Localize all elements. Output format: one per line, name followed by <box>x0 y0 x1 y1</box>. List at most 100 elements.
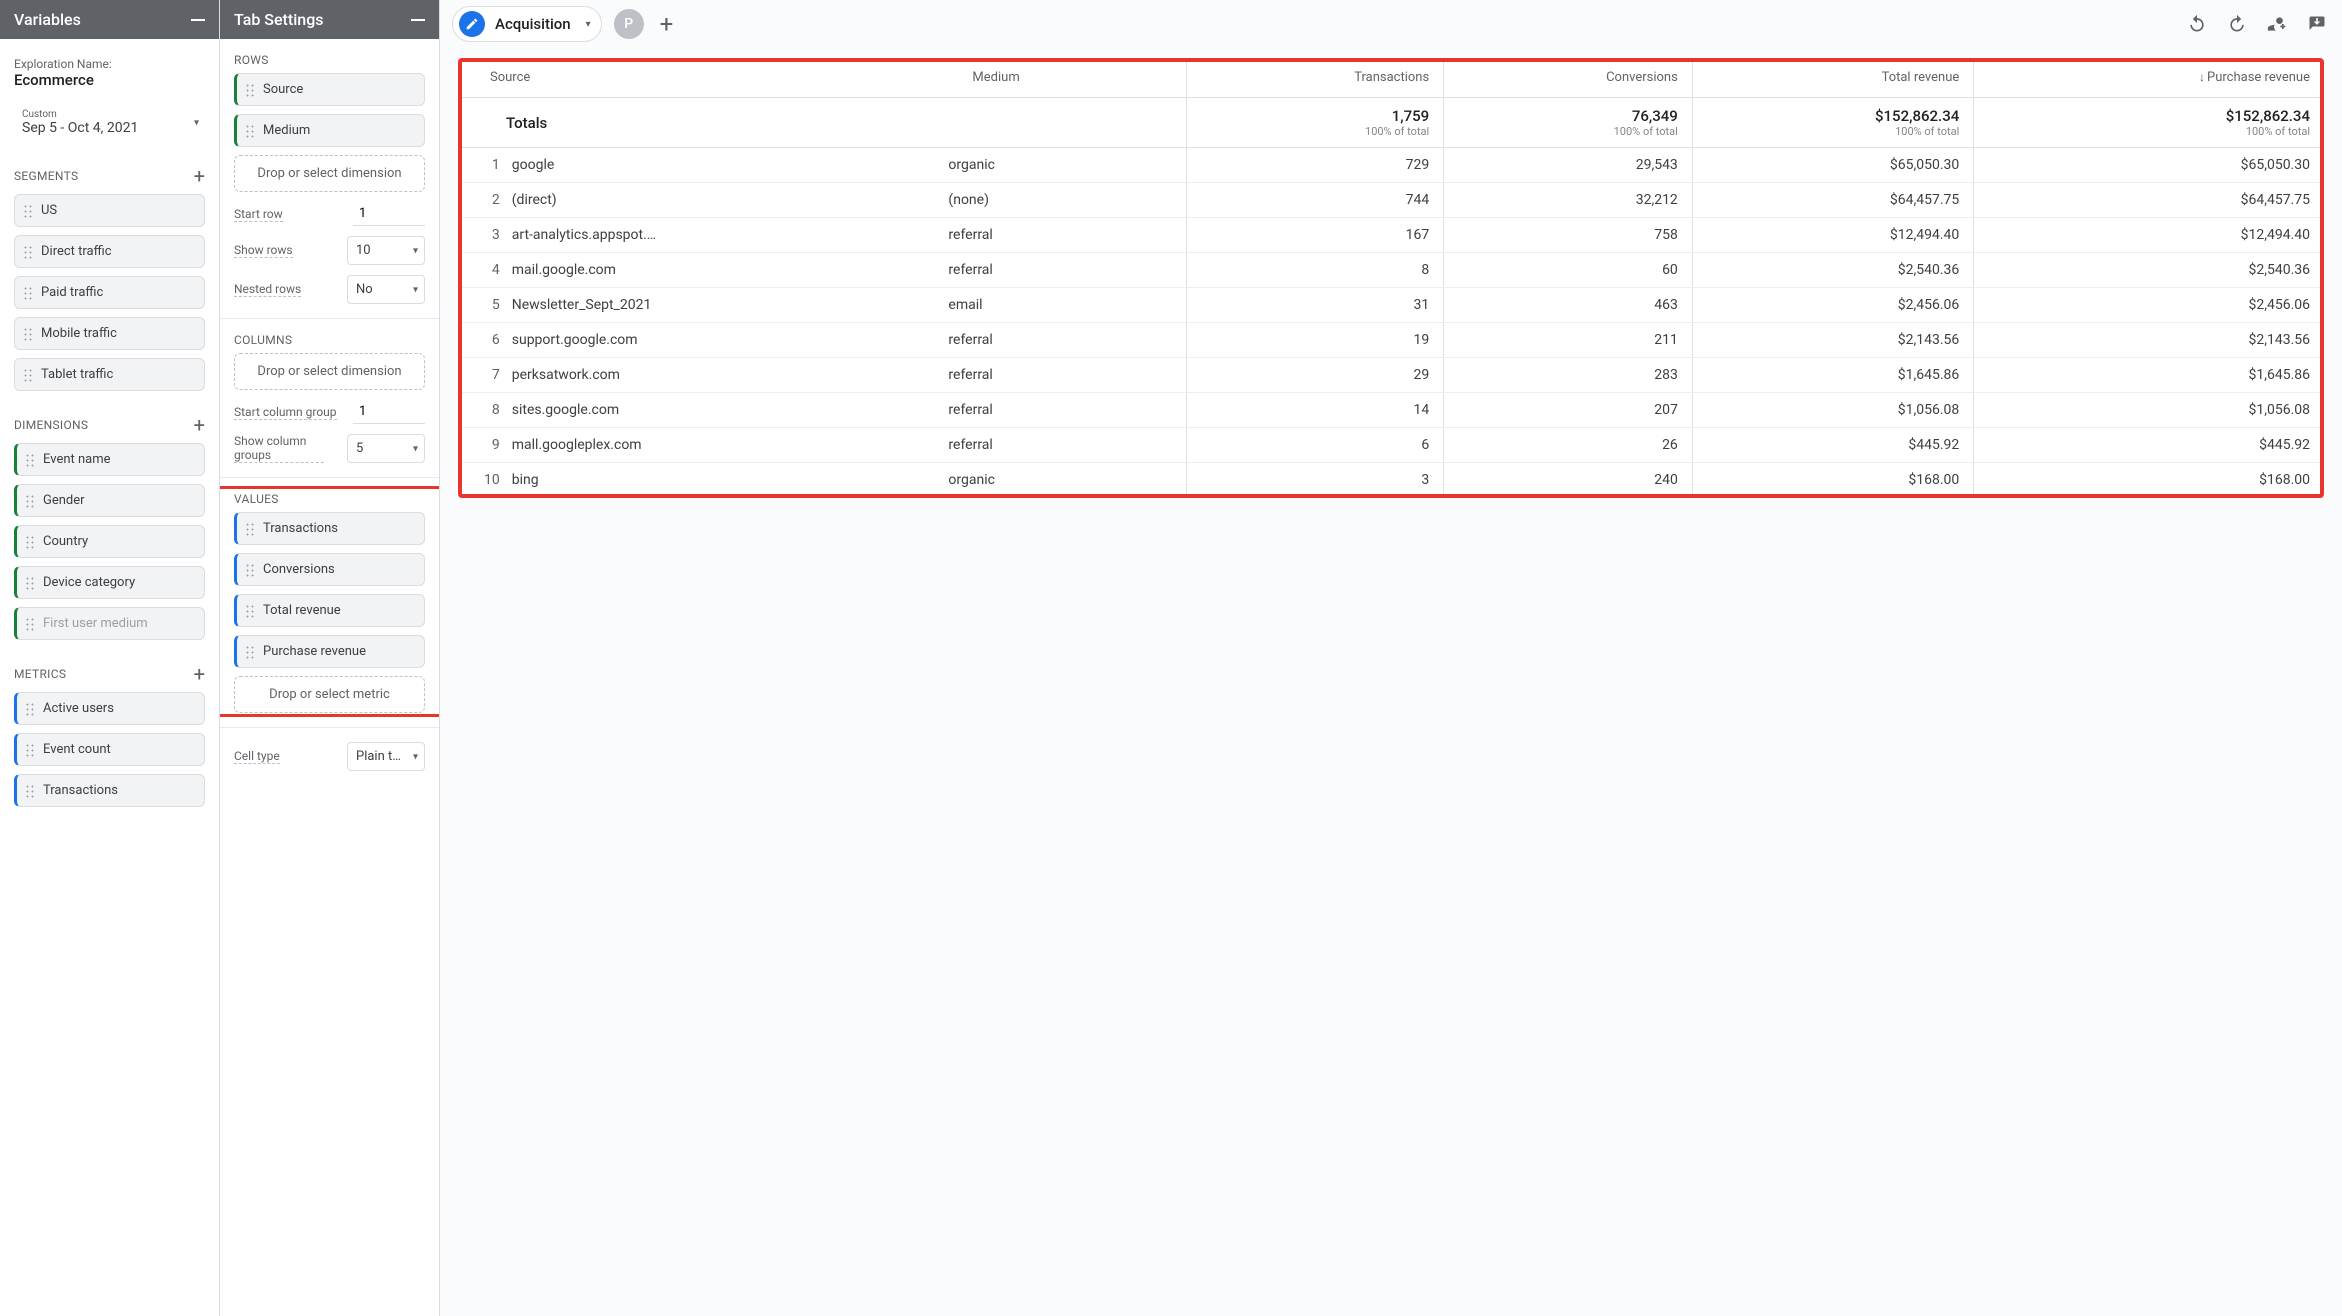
row-chip[interactable]: Medium <box>234 114 425 147</box>
share-icon[interactable] <box>2264 11 2290 37</box>
dimension-chip[interactable]: Event name <box>14 443 205 476</box>
metric-chip[interactable]: Active users <box>14 692 205 725</box>
drag-icon <box>245 83 255 97</box>
drag-icon <box>23 368 33 382</box>
row-purchase-revenue: $2,143.56 <box>1974 323 2324 358</box>
table-row[interactable]: 2(direct)(none)74432,212$64,457.75$64,45… <box>458 183 2324 218</box>
rows-drop-zone[interactable]: Drop or select dimension <box>234 155 425 192</box>
segments-label: SEGMENTS <box>14 169 78 183</box>
rows-label: ROWS <box>234 53 269 67</box>
add-metric-button[interactable]: + <box>194 662 205 686</box>
col-total-revenue[interactable]: Total revenue <box>1692 58 1973 98</box>
drag-icon <box>245 563 255 577</box>
row-conversions: 758 <box>1444 218 1693 253</box>
columns-drop-zone[interactable]: Drop or select dimension <box>234 353 425 390</box>
dimensions-label: DIMENSIONS <box>14 418 88 432</box>
row-index: 9 <box>458 428 504 463</box>
row-index: 5 <box>458 288 504 323</box>
segment-chip[interactable]: Direct traffic <box>14 235 205 268</box>
chip-label: Device category <box>43 575 135 590</box>
totals-pct: 100% of total <box>1195 125 1429 138</box>
col-transactions[interactable]: Transactions <box>1187 58 1444 98</box>
table-row[interactable]: 8sites.google.comreferral14207$1,056.08$… <box>458 393 2324 428</box>
drag-icon <box>25 617 35 631</box>
value-chip[interactable]: Total revenue <box>234 594 425 627</box>
totals-label: Totals <box>458 98 940 148</box>
chip-label: Country <box>43 534 88 549</box>
value-chip[interactable]: Conversions <box>234 553 425 586</box>
drag-icon <box>23 327 33 341</box>
table-row[interactable]: 6support.google.comreferral19211$2,143.5… <box>458 323 2324 358</box>
chip-label: Direct traffic <box>41 244 112 259</box>
exploration-name[interactable]: Ecommerce <box>14 71 205 89</box>
chip-label: Mobile traffic <box>41 326 117 341</box>
main-area: Acquisition P + Source Medium Transactio… <box>440 0 2342 1316</box>
date-range-picker[interactable]: Custom Sep 5 - Oct 4, 2021 ▾ <box>14 103 205 142</box>
col-purchase-revenue[interactable]: ↓Purchase revenue <box>1974 58 2324 98</box>
table-row[interactable]: 4mail.google.comreferral860$2,540.36$2,5… <box>458 253 2324 288</box>
table-row[interactable]: 3art-analytics.appspot.…referral167758$1… <box>458 218 2324 253</box>
metric-chip[interactable]: Event count <box>14 733 205 766</box>
download-icon[interactable] <box>2304 11 2330 37</box>
segment-chip[interactable]: US <box>14 194 205 227</box>
segment-chip[interactable]: Paid traffic <box>14 276 205 309</box>
row-total-revenue: $64,457.75 <box>1692 183 1973 218</box>
row-transactions: 14 <box>1187 393 1444 428</box>
date-range-type: Custom <box>22 109 197 120</box>
row-purchase-revenue: $168.00 <box>1974 463 2324 498</box>
tab-acquisition[interactable]: Acquisition <box>452 6 602 42</box>
table-row[interactable]: 1googleorganic72929,543$65,050.30$65,050… <box>458 148 2324 183</box>
dimension-chip[interactable]: Country <box>14 525 205 558</box>
undo-icon[interactable] <box>2184 11 2210 37</box>
dimension-chip[interactable]: Gender <box>14 484 205 517</box>
table-row[interactable]: 9mall.googleplex.comreferral626$445.92$4… <box>458 428 2324 463</box>
cell-type-select[interactable]: Plain t… <box>347 742 425 771</box>
show-col-select[interactable]: 5 <box>347 434 425 463</box>
row-medium: referral <box>940 218 1186 253</box>
table-row[interactable]: 5Newsletter_Sept_2021email31463$2,456.06… <box>458 288 2324 323</box>
row-medium: (none) <box>940 183 1186 218</box>
row-source: perksatwork.com <box>504 358 941 393</box>
row-medium: organic <box>940 463 1186 498</box>
chip-label: Gender <box>43 493 85 508</box>
nested-rows-select[interactable]: No <box>347 275 425 304</box>
values-drop-zone[interactable]: Drop or select metric <box>234 676 425 713</box>
add-dimension-button[interactable]: + <box>194 413 205 437</box>
col-medium[interactable]: Medium <box>940 58 1186 98</box>
dimension-chip[interactable]: Device category <box>14 566 205 599</box>
table-row[interactable]: 7perksatwork.comreferral29283$1,645.86$1… <box>458 358 2324 393</box>
chip-label: Total revenue <box>263 603 341 618</box>
show-rows-select[interactable]: 10 <box>347 236 425 265</box>
col-conversions[interactable]: Conversions <box>1444 58 1693 98</box>
col-source[interactable]: Source <box>458 58 940 98</box>
drag-icon <box>245 604 255 618</box>
start-col-input[interactable] <box>353 400 425 424</box>
metric-chip[interactable]: Transactions <box>14 774 205 807</box>
start-row-input[interactable] <box>353 202 425 226</box>
row-index: 2 <box>458 183 504 218</box>
row-chip[interactable]: Source <box>234 73 425 106</box>
privacy-badge[interactable]: P <box>614 9 644 39</box>
row-purchase-revenue: $1,645.86 <box>1974 358 2324 393</box>
row-source: bing <box>504 463 941 498</box>
row-index: 4 <box>458 253 504 288</box>
chip-label: Purchase revenue <box>263 644 366 659</box>
tab-settings-title: Tab Settings <box>234 10 324 29</box>
show-col-label: Show column groups <box>234 434 324 463</box>
dimension-chip[interactable]: First user medium <box>14 607 205 640</box>
table-row[interactable]: 10bingorganic3240$168.00$168.00 <box>458 463 2324 498</box>
add-segment-button[interactable]: + <box>194 164 205 188</box>
segment-chip[interactable]: Tablet traffic <box>14 358 205 391</box>
add-tab-button[interactable]: + <box>660 10 674 38</box>
row-conversions: 26 <box>1444 428 1693 463</box>
chevron-down-icon: ▾ <box>194 117 199 128</box>
value-chip[interactable]: Purchase revenue <box>234 635 425 668</box>
minimize-icon[interactable] <box>191 19 205 21</box>
start-col-label: Start column group <box>234 405 337 420</box>
redo-icon[interactable] <box>2224 11 2250 37</box>
minimize-icon[interactable] <box>411 19 425 21</box>
value-chip[interactable]: Transactions <box>234 512 425 545</box>
row-index: 6 <box>458 323 504 358</box>
drag-icon <box>245 645 255 659</box>
segment-chip[interactable]: Mobile traffic <box>14 317 205 350</box>
